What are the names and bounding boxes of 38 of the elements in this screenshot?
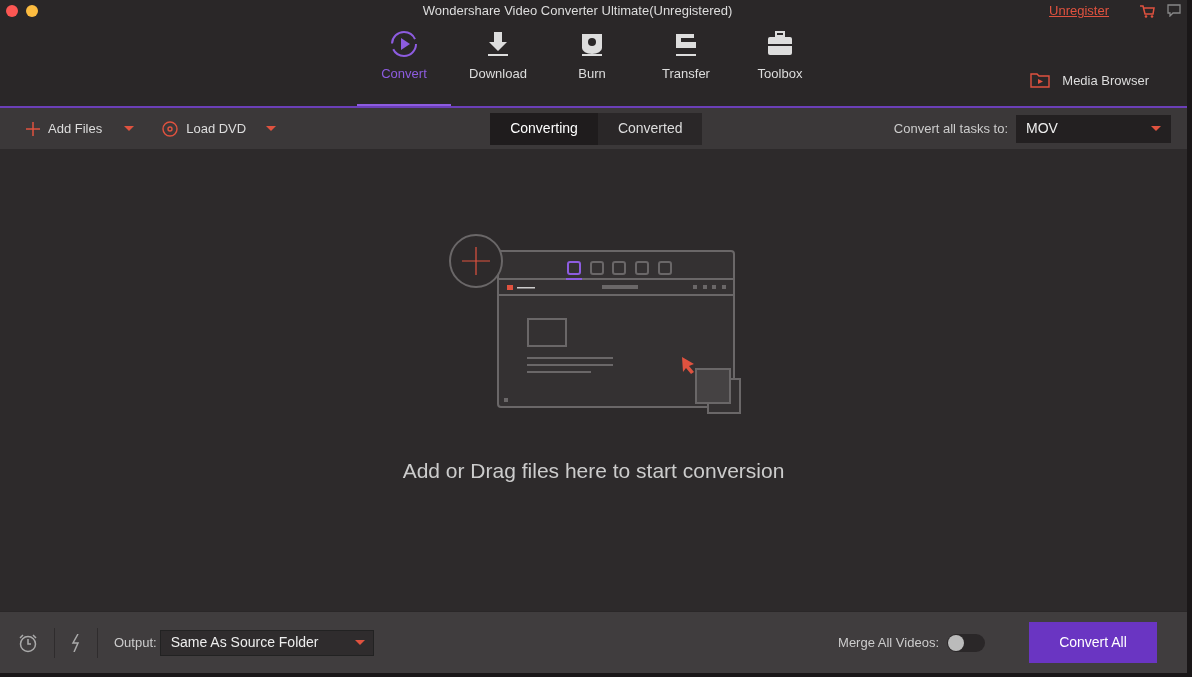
close-window-icon[interactable]	[6, 4, 18, 17]
output-dropdown[interactable]: Same As Source Folder	[159, 629, 374, 656]
caret-icon	[266, 126, 277, 131]
window-title: Wondershare Video Converter Ultimate(Unregistered)	[421, 2, 734, 21]
convert-all-button[interactable]: Convert All	[1029, 622, 1157, 663]
unregister-link[interactable]: Unregister	[1049, 1, 1109, 21]
dropdown-caret[interactable]	[266, 126, 277, 131]
minimize-window-icon[interactable]	[26, 4, 38, 17]
lightning-button[interactable]	[71, 633, 81, 652]
toolbox-icon	[766, 30, 794, 58]
convert-all-label: Convert all tasks to:	[893, 119, 1008, 138]
merge-toggle[interactable]	[947, 633, 985, 652]
nav-tab[interactable]: Download	[451, 22, 545, 106]
alarm-clock-icon	[18, 632, 38, 653]
chat-icon	[1167, 4, 1181, 18]
empty-message: Add or Drag files here to start conversion	[402, 458, 785, 484]
nav-tab[interactable]: Transfer	[639, 22, 733, 106]
nav-tab[interactable]: Toolbox	[733, 22, 827, 106]
add-files-button[interactable]: Add Files	[26, 118, 103, 139]
caret-icon	[1151, 126, 1161, 131]
dropdown-caret[interactable]	[124, 126, 135, 131]
lightning-icon	[71, 633, 81, 652]
folder-play-icon	[1030, 72, 1051, 89]
disc-icon	[162, 120, 179, 137]
media-browser-button[interactable]: Media Browser	[1062, 70, 1149, 90]
caret-icon	[124, 126, 135, 131]
output-label: Output:	[114, 633, 157, 652]
load-dvd-button[interactable]: Load DVD	[162, 118, 247, 139]
alarm-clock-button[interactable]	[18, 632, 38, 653]
view-tab[interactable]: Converting	[490, 112, 598, 145]
plus-icon	[26, 121, 40, 136]
caret-icon	[354, 640, 365, 645]
merge-label: Merge All Videos:	[838, 633, 939, 652]
play-circle-icon	[390, 30, 418, 58]
cart-icon	[1139, 3, 1155, 18]
nav-tab[interactable]: Burn	[545, 22, 639, 106]
format-dropdown[interactable]: MOV	[1016, 114, 1171, 143]
view-tab[interactable]: Converted	[597, 112, 703, 145]
